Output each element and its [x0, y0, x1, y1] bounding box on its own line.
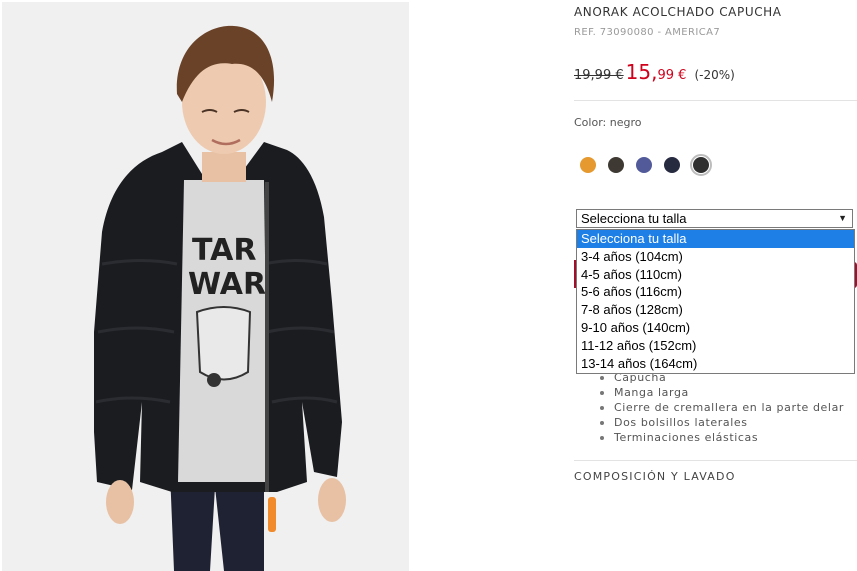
- divider: [574, 460, 857, 461]
- size-option[interactable]: 4-5 años (110cm): [577, 266, 854, 284]
- feature-item: Manga larga: [598, 385, 844, 400]
- color-swatch-dot: [664, 157, 680, 173]
- chevron-down-icon[interactable]: ▼: [838, 210, 847, 227]
- color-label: Color: negro: [574, 116, 642, 129]
- product-photo-illustration: TAR WAR: [2, 2, 409, 571]
- size-option[interactable]: 9-10 años (140cm): [577, 319, 854, 337]
- color-swatch[interactable]: [634, 155, 654, 175]
- product-title: ANORAK ACOLCHADO CAPUCHA: [574, 5, 782, 19]
- product-info-panel: ANORAK ACOLCHADO CAPUCHA REF. 73090080 -…: [574, 0, 857, 571]
- size-select[interactable]: Selecciona tu talla ▼: [576, 209, 853, 228]
- color-swatch-dot: [693, 157, 709, 173]
- color-swatch[interactable]: [606, 155, 626, 175]
- size-option[interactable]: 5-6 años (116cm): [577, 283, 854, 301]
- size-option[interactable]: 3-4 años (104cm): [577, 248, 854, 266]
- color-swatch-dot: [636, 157, 652, 173]
- svg-text:WAR: WAR: [188, 267, 266, 302]
- sale-price-integer: 15,: [625, 60, 658, 84]
- divider: [574, 100, 857, 101]
- color-swatch-dot: [580, 157, 596, 173]
- color-swatches: [578, 154, 712, 176]
- sale-price-decimal: 99 €: [657, 68, 687, 83]
- size-option[interactable]: 7-8 años (128cm): [577, 301, 854, 319]
- color-swatch[interactable]: [662, 155, 682, 175]
- feature-item: Dos bolsillos laterales: [598, 415, 844, 430]
- feature-list: Capucha Manga larga Cierre de cremallera e…: [598, 370, 844, 445]
- size-select-value: Selecciona tu talla: [581, 211, 687, 226]
- svg-text:TAR: TAR: [192, 233, 256, 268]
- size-option[interactable]: 13-14 años (164cm): [577, 355, 854, 373]
- color-swatch[interactable]: [578, 155, 598, 175]
- product-reference: REF. 73090080 - AMERICA7: [574, 27, 721, 38]
- size-dropdown-list: Selecciona tu talla 3-4 años (104cm) 4-5 a…: [576, 229, 855, 374]
- composition-toggle[interactable]: COMPOSICIÓN Y LAVADO: [574, 470, 736, 483]
- feature-item: Terminaciones elásticas: [598, 430, 844, 445]
- size-option[interactable]: 11-12 años (152cm): [577, 337, 854, 355]
- feature-item: Cierre de cremallera en la parte delar: [598, 400, 844, 415]
- color-swatch[interactable]: [690, 154, 712, 176]
- price-row: 19,99 €15,99 € (-20%): [574, 60, 735, 84]
- old-price: 19,99 €: [574, 68, 624, 83]
- product-image[interactable]: TAR WAR: [2, 2, 409, 571]
- color-swatch-dot: [608, 157, 624, 173]
- discount-badge: (-20%): [694, 68, 735, 82]
- size-option[interactable]: Selecciona tu talla: [577, 230, 854, 248]
